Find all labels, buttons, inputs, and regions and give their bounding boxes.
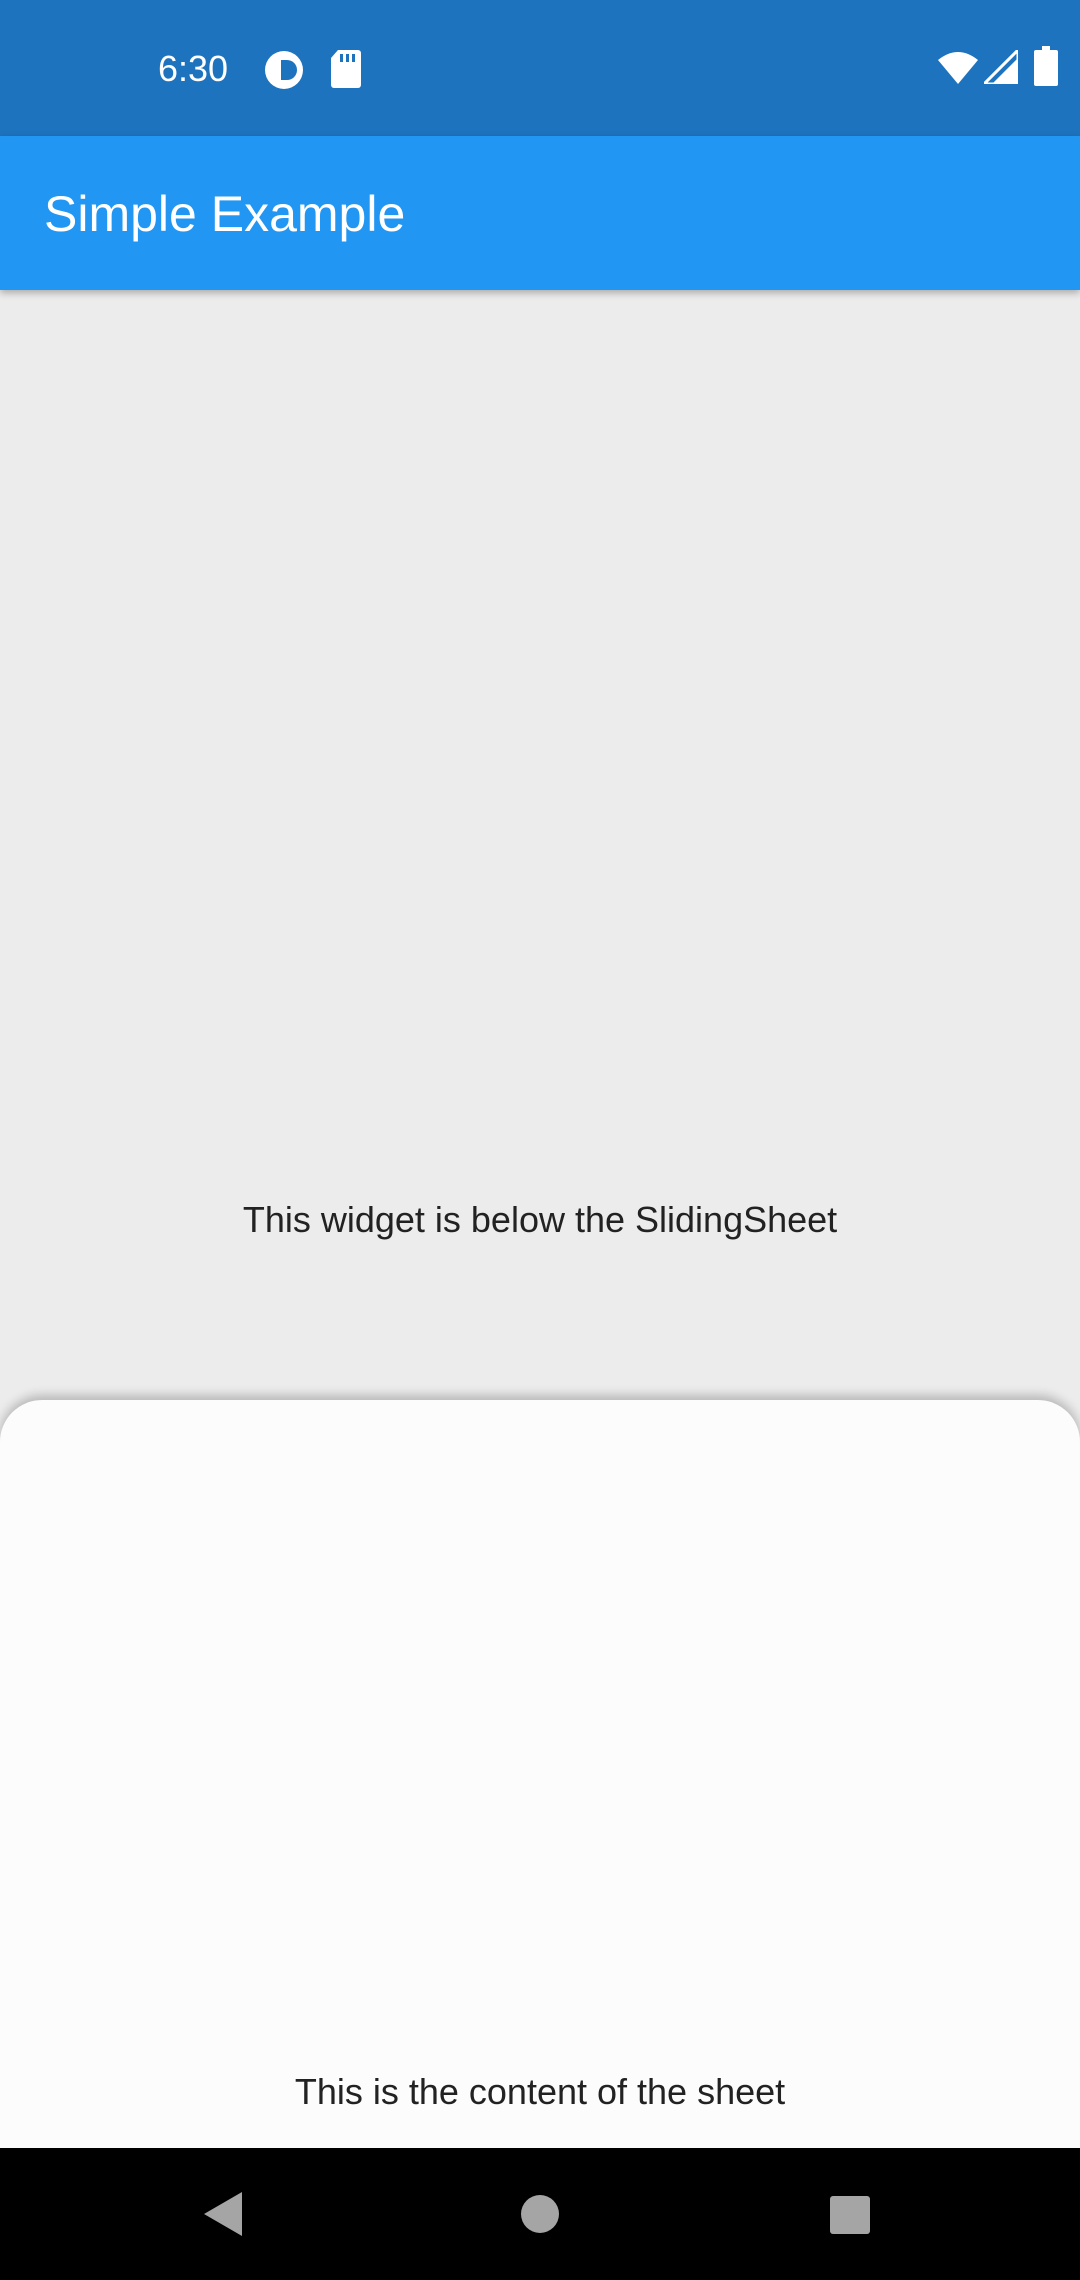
background-widget: This widget is below the SlidingSheet <box>0 290 1080 1400</box>
wifi-icon <box>938 52 978 84</box>
back-icon[interactable] <box>204 2192 244 2236</box>
app-bar: Simple Example <box>0 136 1080 290</box>
home-icon[interactable] <box>520 2194 560 2234</box>
signal-icon <box>984 50 1018 84</box>
background-widget-text: This widget is below the SlidingSheet <box>242 1199 838 1240</box>
recents-icon[interactable] <box>830 2196 870 2234</box>
battery-icon <box>1034 46 1058 86</box>
status-bar: 6:30 <box>0 0 1080 136</box>
sd-card-icon <box>331 50 361 88</box>
app-title: Simple Example <box>44 186 406 242</box>
navigation-bar <box>0 2148 1080 2280</box>
profile-icon <box>265 51 303 89</box>
sliding-sheet[interactable]: This is the content of the sheet <box>0 1400 1080 2148</box>
status-time: 6:30 <box>158 48 229 89</box>
sheet-content-text: This is the content of the sheet <box>294 2071 786 2112</box>
